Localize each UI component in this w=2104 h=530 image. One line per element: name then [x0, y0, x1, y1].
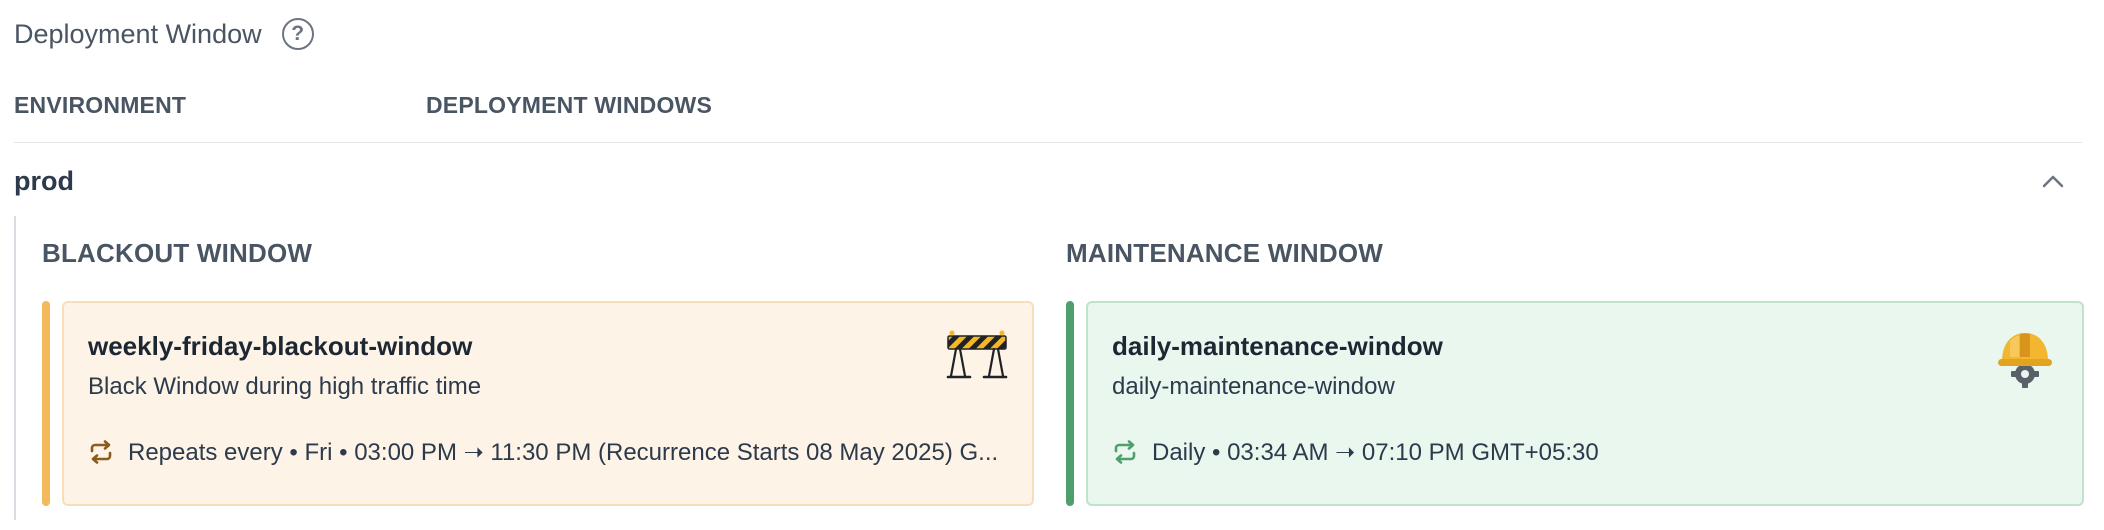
blackout-accent-bar	[42, 301, 50, 506]
window-schedule-text: Daily • 03:34 AM ➝ 07:10 PM GMT+05:30	[1152, 438, 1599, 466]
repeat-icon	[90, 440, 112, 464]
hard-hat-icon	[1998, 333, 2052, 388]
window-schedule-text: Repeats every • Fri • 03:00 PM ➝ 11:30 P…	[128, 438, 999, 466]
blackout-window-card[interactable]: weekly-friday-blackout-window Black Wind…	[62, 301, 1034, 506]
column-header-environment: ENVIRONMENT	[14, 92, 187, 118]
window-schedule: Daily • 03:34 AM ➝ 07:10 PM GMT+05:30	[1112, 435, 1599, 469]
window-description: Black Window during high traffic time	[88, 373, 482, 400]
window-name: daily-maintenance-window	[1112, 331, 1443, 361]
page-header: Deployment Window ?	[14, 14, 314, 54]
maintenance-section-title: MAINTENANCE WINDOW	[1066, 238, 1384, 268]
page-title: Deployment Window	[14, 18, 262, 49]
maintenance-window-card[interactable]: daily-maintenance-window daily-maintenan…	[1086, 301, 2084, 506]
header-divider	[14, 142, 2082, 143]
environment-name: prod	[14, 166, 74, 196]
environment-windows-panel: BLACKOUT WINDOW MAINTENANCE WINDOW weekl…	[14, 216, 2084, 520]
environment-row[interactable]: prod	[14, 160, 2082, 202]
window-description: daily-maintenance-window	[1112, 373, 1395, 400]
column-header-deployment-windows: DEPLOYMENT WINDOWS	[426, 92, 712, 118]
question-circle-icon[interactable]: ?	[281, 18, 314, 50]
maintenance-accent-bar	[1066, 301, 1074, 506]
table-header: ENVIRONMENT DEPLOYMENT WINDOWS	[14, 92, 2104, 122]
window-name: weekly-friday-blackout-window	[88, 331, 473, 361]
blackout-section-title: BLACKOUT WINDOW	[42, 238, 313, 268]
barrier-icon	[946, 330, 1008, 379]
chevron-up-icon[interactable]	[2038, 166, 2068, 196]
repeat-icon	[1114, 440, 1136, 464]
window-schedule: Repeats every • Fri • 03:00 PM ➝ 11:30 P…	[88, 435, 1008, 469]
